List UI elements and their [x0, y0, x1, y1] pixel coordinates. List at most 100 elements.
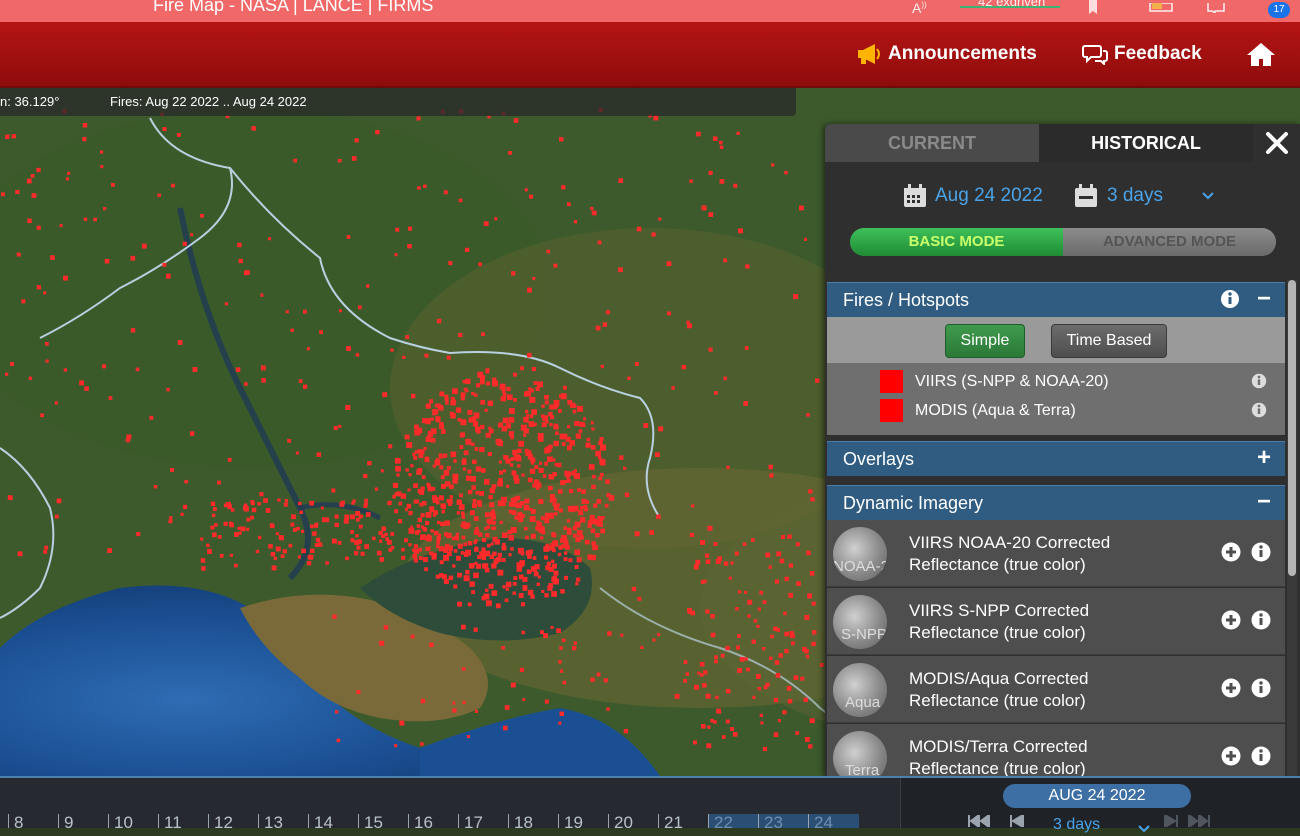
scrollbar-thumb[interactable] — [1288, 280, 1296, 576]
tick-label: 20 — [614, 813, 633, 832]
add-layer-icon[interactable] — [1221, 542, 1241, 567]
fire-hotspot — [182, 241, 187, 246]
fire-hotspot — [485, 432, 491, 438]
date-picker[interactable]: Aug 24 2022 — [903, 184, 1043, 208]
fire-hotspot — [396, 491, 402, 497]
fire-hotspot — [756, 624, 760, 628]
tab-historical[interactable]: HISTORICAL — [1039, 124, 1253, 162]
info-icon[interactable] — [1251, 542, 1271, 567]
fire-hotspot — [461, 624, 466, 630]
layer-color-swatch[interactable] — [880, 370, 903, 393]
basic-mode-button[interactable]: BASIC MODE — [850, 228, 1063, 256]
fire-hotspot — [592, 544, 598, 551]
fire-hotspot — [503, 454, 507, 459]
fire-hotspot — [408, 543, 412, 547]
fire-hotspot — [478, 262, 483, 267]
skip-forward-icon[interactable] — [1187, 813, 1211, 830]
fire-hotspot — [533, 422, 537, 427]
fire-hotspot — [574, 565, 579, 570]
collections-icon[interactable] — [1148, 0, 1174, 16]
close-panel-button[interactable] — [1263, 129, 1291, 157]
fire-hotspot — [419, 534, 426, 541]
read-aloud-icon[interactable]: A)) — [912, 0, 927, 16]
layer-row-viirs[interactable]: VIIRS (S-NPP & NOAA-20) — [827, 368, 1285, 396]
imagery-thumbnail: Aqua — [833, 663, 887, 717]
fire-hotspot — [157, 193, 161, 197]
fire-hotspot — [527, 589, 534, 596]
home-button[interactable] — [1246, 22, 1282, 86]
fire-hotspot — [527, 454, 534, 460]
imagery-row[interactable]: Terra MODIS/Terra Corrected Reflectance (… — [827, 724, 1285, 776]
time-based-button[interactable]: Time Based — [1051, 324, 1167, 358]
fire-hotspot — [439, 465, 444, 470]
add-layer-icon[interactable] — [1221, 746, 1241, 771]
collapse-icon[interactable]: − — [1257, 488, 1271, 516]
info-icon[interactable] — [1251, 746, 1271, 771]
dynamic-imagery-section-header[interactable]: Dynamic Imagery − — [827, 485, 1285, 520]
tab-current[interactable]: CURRENT — [825, 124, 1039, 162]
imagery-row[interactable]: NOAA-20 VIIRS NOAA-20 Corrected Reflectan… — [827, 520, 1285, 587]
fire-hotspot — [558, 508, 563, 513]
fire-hotspot — [339, 502, 345, 507]
fire-hotspot — [602, 322, 608, 327]
expand-icon[interactable]: + — [1257, 444, 1271, 472]
announcements-button[interactable]: Announcements — [856, 22, 1037, 86]
advanced-mode-button[interactable]: ADVANCED MODE — [1063, 228, 1276, 256]
info-icon[interactable] — [1220, 289, 1240, 314]
fire-hotspot — [549, 499, 553, 503]
fire-hotspot — [501, 545, 507, 551]
fires-section-header[interactable]: Fires / Hotspots − — [827, 282, 1285, 317]
fire-hotspot — [277, 498, 281, 502]
fire-hotspot — [290, 522, 295, 527]
timeline[interactable]: 789101112131415161718192021222324 AUG 24… — [0, 776, 1300, 833]
fire-hotspot — [401, 555, 406, 560]
chevron-down-icon[interactable] — [1201, 191, 1215, 201]
layer-color-swatch[interactable] — [880, 399, 903, 422]
feedback-browser-icon[interactable] — [1206, 0, 1226, 16]
range-selector[interactable]: 3 days — [1075, 184, 1215, 208]
fire-hotspot — [527, 477, 533, 483]
fire-hotspot — [524, 526, 528, 531]
info-icon[interactable] — [1251, 610, 1271, 635]
fire-hotspot — [136, 532, 141, 537]
info-icon[interactable] — [1251, 402, 1267, 423]
step-forward-icon[interactable] — [1163, 813, 1179, 830]
chevron-down-icon[interactable] — [1137, 820, 1151, 836]
favorite-icon[interactable] — [1086, 0, 1100, 17]
fire-hotspot — [504, 598, 509, 603]
info-icon[interactable] — [1251, 373, 1267, 394]
downloads-badge[interactable]: 17 — [1268, 2, 1290, 18]
imagery-title-line1: MODIS/Terra Corrected — [909, 737, 1088, 756]
simple-button[interactable]: Simple — [945, 324, 1025, 358]
fire-hotspot — [270, 552, 276, 557]
fire-hotspot — [417, 488, 423, 494]
layer-row-modis[interactable]: MODIS (Aqua & Terra) — [827, 397, 1285, 425]
skip-back-icon[interactable] — [967, 813, 991, 830]
imagery-row[interactable]: Aqua MODIS/Aqua Corrected Reflectance (tr… — [827, 656, 1285, 723]
extension-label[interactable]: 42 exdriven — [978, 0, 1045, 9]
feedback-button[interactable]: Feedback — [1082, 22, 1202, 86]
collapse-icon[interactable]: − — [1257, 285, 1271, 313]
fire-hotspot — [345, 556, 349, 561]
fire-hotspot — [757, 687, 761, 691]
fire-hotspot — [443, 470, 450, 476]
overlays-section-header[interactable]: Overlays + — [827, 441, 1285, 476]
imagery-row[interactable]: S-NPP VIIRS S-NPP Corrected Reflectance (… — [827, 588, 1285, 655]
fire-hotspot — [745, 264, 750, 269]
step-back-icon[interactable] — [1009, 813, 1025, 830]
fire-hotspot — [521, 473, 525, 477]
fire-hotspot — [446, 355, 451, 360]
fire-hotspot — [405, 335, 410, 339]
timeline-range-label[interactable]: 3 days — [1053, 816, 1100, 834]
fire-hotspot — [725, 719, 730, 724]
timeline-date-pill[interactable]: AUG 24 2022 — [1003, 784, 1191, 808]
fire-hotspot — [302, 384, 308, 389]
panel-scrollbar[interactable] — [1287, 280, 1297, 776]
add-layer-icon[interactable] — [1221, 610, 1241, 635]
fire-hotspot — [334, 710, 339, 714]
add-layer-icon[interactable] — [1221, 678, 1241, 703]
fire-hotspot — [774, 660, 780, 665]
info-icon[interactable] — [1251, 678, 1271, 703]
fire-hotspot — [549, 423, 553, 427]
fire-hotspot — [287, 438, 292, 443]
